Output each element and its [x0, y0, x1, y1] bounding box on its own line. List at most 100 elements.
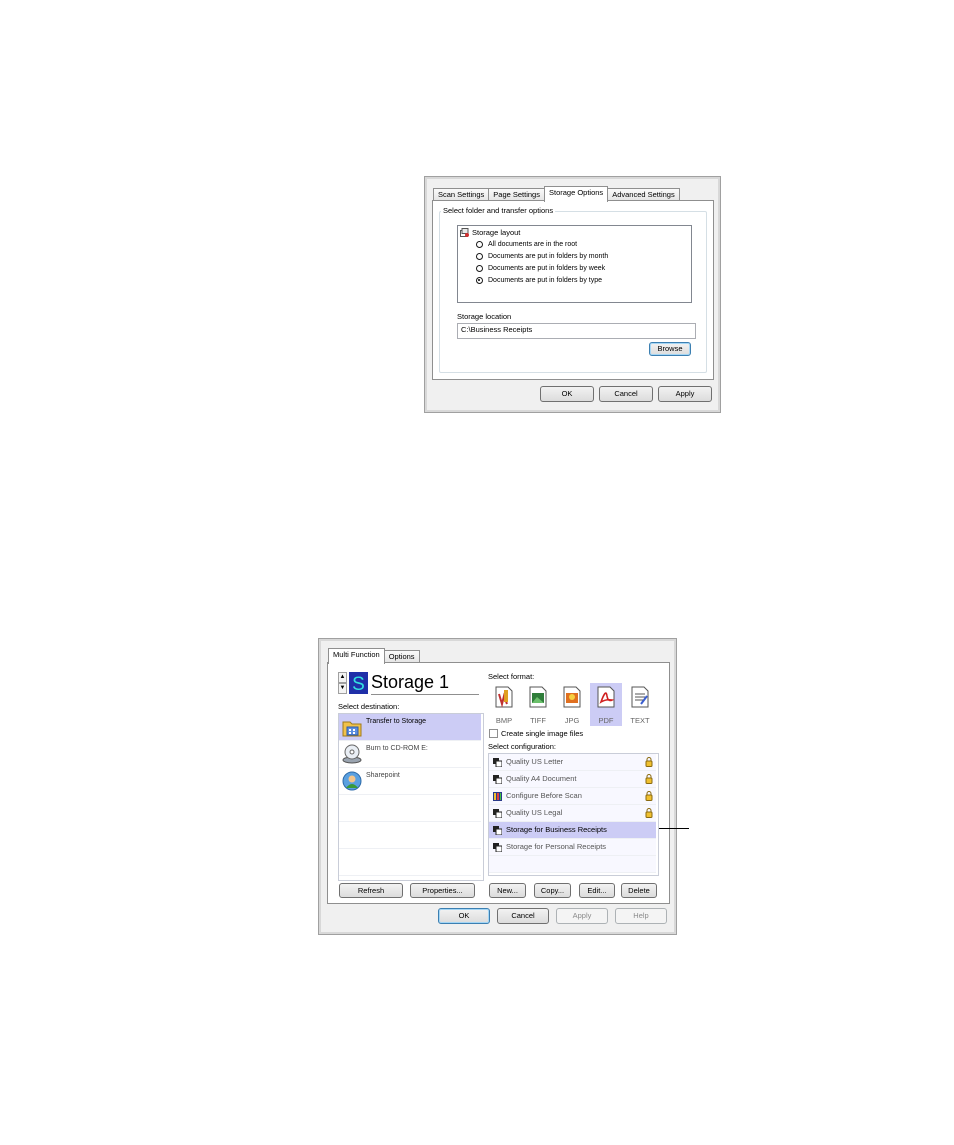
radio-root[interactable]: All documents are in the root: [476, 239, 577, 249]
destination-item-sharepoint[interactable]: Sharepoint: [339, 768, 481, 795]
list-item-empty: [339, 849, 481, 876]
configuration-list[interactable]: Quality US Letter Quality A4 Document Co…: [488, 753, 659, 876]
spin-down-button[interactable]: ▼: [338, 683, 347, 694]
select-configuration-label: Select configuration:: [488, 742, 556, 751]
lock-icon: [645, 774, 653, 784]
select-format-label: Select format:: [488, 672, 535, 681]
apply-button[interactable]: Apply: [556, 908, 608, 924]
apply-button[interactable]: Apply: [658, 386, 712, 402]
edit-button[interactable]: Edit...: [579, 883, 615, 898]
properties-button[interactable]: Properties...: [410, 883, 475, 898]
refresh-button[interactable]: Refresh: [339, 883, 403, 898]
format-label: PDF: [598, 716, 614, 725]
format-text[interactable]: TEXT: [624, 683, 656, 726]
format-selector[interactable]: BMP TIFF JPG PDF TEXT: [488, 683, 656, 726]
storage-location-input[interactable]: C:\Business Receipts: [457, 323, 696, 339]
tab-storage-options[interactable]: Storage Options: [543, 186, 609, 202]
radio-label: Documents are put in folders by type: [488, 276, 603, 284]
format-label: BMP: [495, 716, 513, 725]
config-label: Storage for Personal Receipts: [506, 842, 607, 851]
config-item-configure-before-scan[interactable]: Configure Before Scan: [489, 788, 656, 805]
config-item-quality-us-letter[interactable]: Quality US Letter: [489, 754, 656, 771]
radio-button[interactable]: [476, 264, 483, 272]
config-label: Quality US Legal: [506, 808, 563, 817]
format-label: TEXT: [630, 716, 650, 725]
config-item-personal-receipts[interactable]: Storage for Personal Receipts: [489, 839, 656, 856]
lock-icon: [645, 808, 653, 818]
tab-multi-function[interactable]: Multi Function: [328, 648, 385, 664]
format-label: JPG: [564, 716, 580, 725]
config-page-icon: [493, 758, 502, 767]
radio-label: Documents are put in folders by week: [488, 264, 606, 272]
radio-label: All documents are in the root: [488, 240, 578, 248]
title-underline: [371, 694, 479, 695]
config-item-business-receipts[interactable]: Storage for Business Receipts: [489, 822, 656, 839]
tiff-file-icon: [529, 686, 547, 708]
tab-panel: Select folder and transfer options Stora…: [432, 200, 714, 380]
storage-location-label: Storage location: [457, 312, 512, 321]
sharepoint-icon: [342, 771, 362, 791]
ok-button[interactable]: OK: [438, 908, 490, 924]
config-label: Storage for Business Receipts: [506, 825, 607, 834]
single-image-label: Create single image files: [501, 729, 584, 738]
storage-layout-box: Storage layout All documents are in the …: [457, 225, 692, 303]
select-destination-label: Select destination:: [338, 702, 400, 711]
cancel-button[interactable]: Cancel: [599, 386, 653, 402]
lock-icon: [645, 757, 653, 767]
config-item-quality-us-legal[interactable]: Quality US Legal: [489, 805, 656, 822]
storage-options-dialog: Scan Settings Page Settings Storage Opti…: [424, 176, 721, 413]
destination-label: Burn to CD-ROM E:: [366, 745, 428, 752]
destination-title: Storage 1: [371, 672, 450, 692]
radio-button-selected[interactable]: [476, 276, 483, 284]
lock-icon: [645, 791, 653, 801]
destination-label: Sharepoint: [366, 772, 400, 779]
destination-item-burn-cd[interactable]: Burn to CD-ROM E:: [339, 741, 481, 768]
format-jpg[interactable]: JPG: [556, 683, 588, 726]
storage-layout-icon: [460, 228, 469, 237]
config-label: Quality A4 Document: [506, 774, 577, 783]
config-label: Configure Before Scan: [506, 791, 582, 800]
radio-button[interactable]: [476, 240, 483, 248]
config-page-icon: [493, 826, 502, 835]
new-button[interactable]: New...: [489, 883, 526, 898]
configure-scan-icon: [493, 792, 502, 801]
copy-button[interactable]: Copy...: [534, 883, 571, 898]
destination-item-transfer-to-storage[interactable]: Transfer to Storage: [339, 714, 481, 741]
multi-function-dialog: Multi Function Options ▲ ▼ S Storage 1 S…: [318, 638, 677, 935]
svg-text:S: S: [352, 674, 365, 694]
bmp-file-icon: [495, 686, 513, 708]
storage-folder-icon: [342, 721, 362, 737]
browse-button[interactable]: Browse: [649, 342, 691, 356]
format-label: TIFF: [530, 716, 546, 725]
format-bmp[interactable]: BMP: [488, 683, 520, 726]
config-page-icon: [493, 843, 502, 852]
config-page-icon: [493, 775, 502, 784]
radio-month[interactable]: Documents are put in folders by month: [476, 251, 608, 261]
storage-layout-label: Storage layout: [472, 228, 521, 237]
callout-line: [659, 828, 689, 829]
jpg-file-icon: [563, 686, 581, 708]
config-label: Quality US Letter: [506, 757, 564, 766]
radio-week[interactable]: Documents are put in folders by week: [476, 263, 605, 273]
text-file-icon: [631, 686, 649, 708]
delete-button[interactable]: Delete: [621, 883, 657, 898]
list-item-empty: [339, 822, 481, 849]
pdf-file-icon: [597, 686, 615, 708]
help-button[interactable]: Help: [615, 908, 667, 924]
radio-type[interactable]: Documents are put in folders by type: [476, 275, 602, 285]
format-tiff[interactable]: TIFF: [522, 683, 554, 726]
storage-destination-icon: S: [349, 672, 368, 694]
radio-button[interactable]: [476, 252, 483, 260]
config-item-quality-a4[interactable]: Quality A4 Document: [489, 771, 656, 788]
format-pdf[interactable]: PDF: [590, 683, 622, 726]
single-image-checkbox[interactable]: [489, 729, 498, 738]
destination-label: Transfer to Storage: [366, 718, 427, 725]
group-label: Select folder and transfer options: [441, 206, 556, 215]
ok-button[interactable]: OK: [540, 386, 594, 402]
list-item-empty: [489, 856, 656, 873]
spin-up-button[interactable]: ▲: [338, 672, 347, 683]
cd-rom-icon: [342, 744, 362, 764]
destination-list[interactable]: Transfer to Storage Burn to CD-ROM E: Sh…: [338, 713, 484, 881]
list-item-empty: [339, 795, 481, 822]
cancel-button[interactable]: Cancel: [497, 908, 549, 924]
